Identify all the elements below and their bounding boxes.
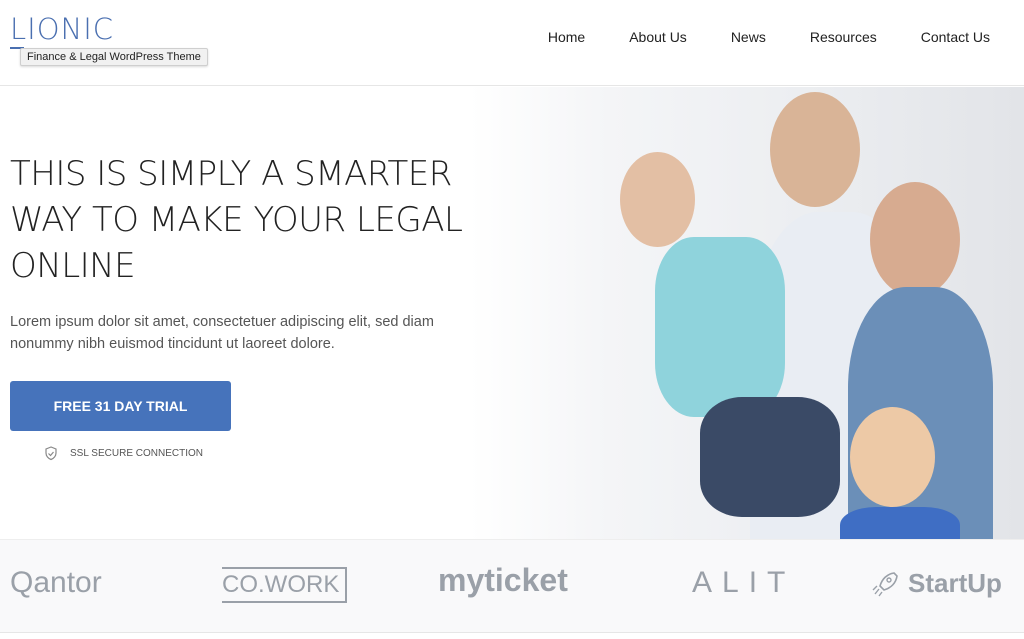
site-header: LIONIC Finance & Legal WordPress Theme H… xyxy=(0,0,1024,86)
nav-resources[interactable]: Resources xyxy=(810,29,877,45)
partner-logo-qantor: Qantor xyxy=(10,566,102,599)
hero-description: Lorem ipsum dolor sit amet, consectetuer… xyxy=(10,314,434,352)
partner-logo-alit: ALIT xyxy=(692,566,796,599)
nav-contact-us[interactable]: Contact Us xyxy=(921,29,990,45)
nav-news[interactable]: News xyxy=(731,29,766,45)
partner-logo-cowork: CO.WORK xyxy=(222,567,348,603)
rocket-icon xyxy=(872,571,898,596)
logo-tooltip: Finance & Legal WordPress Theme xyxy=(20,48,208,66)
ssl-label: SSL SECURE CONNECTION xyxy=(70,448,203,459)
startup-label: StartUp xyxy=(908,568,1002,598)
ssl-notice: SSL SECURE CONNECTION xyxy=(44,446,203,461)
hero-section: THIS IS SIMPLY A SMARTER WAY TO MAKE YOU… xyxy=(0,87,1024,539)
site-logo[interactable]: LIONIC xyxy=(10,12,114,46)
partner-logos: Qantor CO.WORK myticket ALIT StartUp xyxy=(0,539,1024,633)
hero-title: THIS IS SIMPLY A SMARTER WAY TO MAKE YOU… xyxy=(10,154,463,286)
free-trial-button[interactable]: FREE 31 DAY TRIAL xyxy=(10,381,231,431)
shield-check-icon xyxy=(45,446,57,461)
partner-logo-myticket: myticket xyxy=(438,562,568,598)
hero-family-photo xyxy=(470,87,1024,539)
partner-logo-startup: StartUp xyxy=(870,568,1002,599)
nav-about-us[interactable]: About Us xyxy=(629,29,687,45)
nav-home[interactable]: Home xyxy=(548,29,585,45)
main-nav: Home About Us News Resources Contact Us xyxy=(548,29,990,45)
